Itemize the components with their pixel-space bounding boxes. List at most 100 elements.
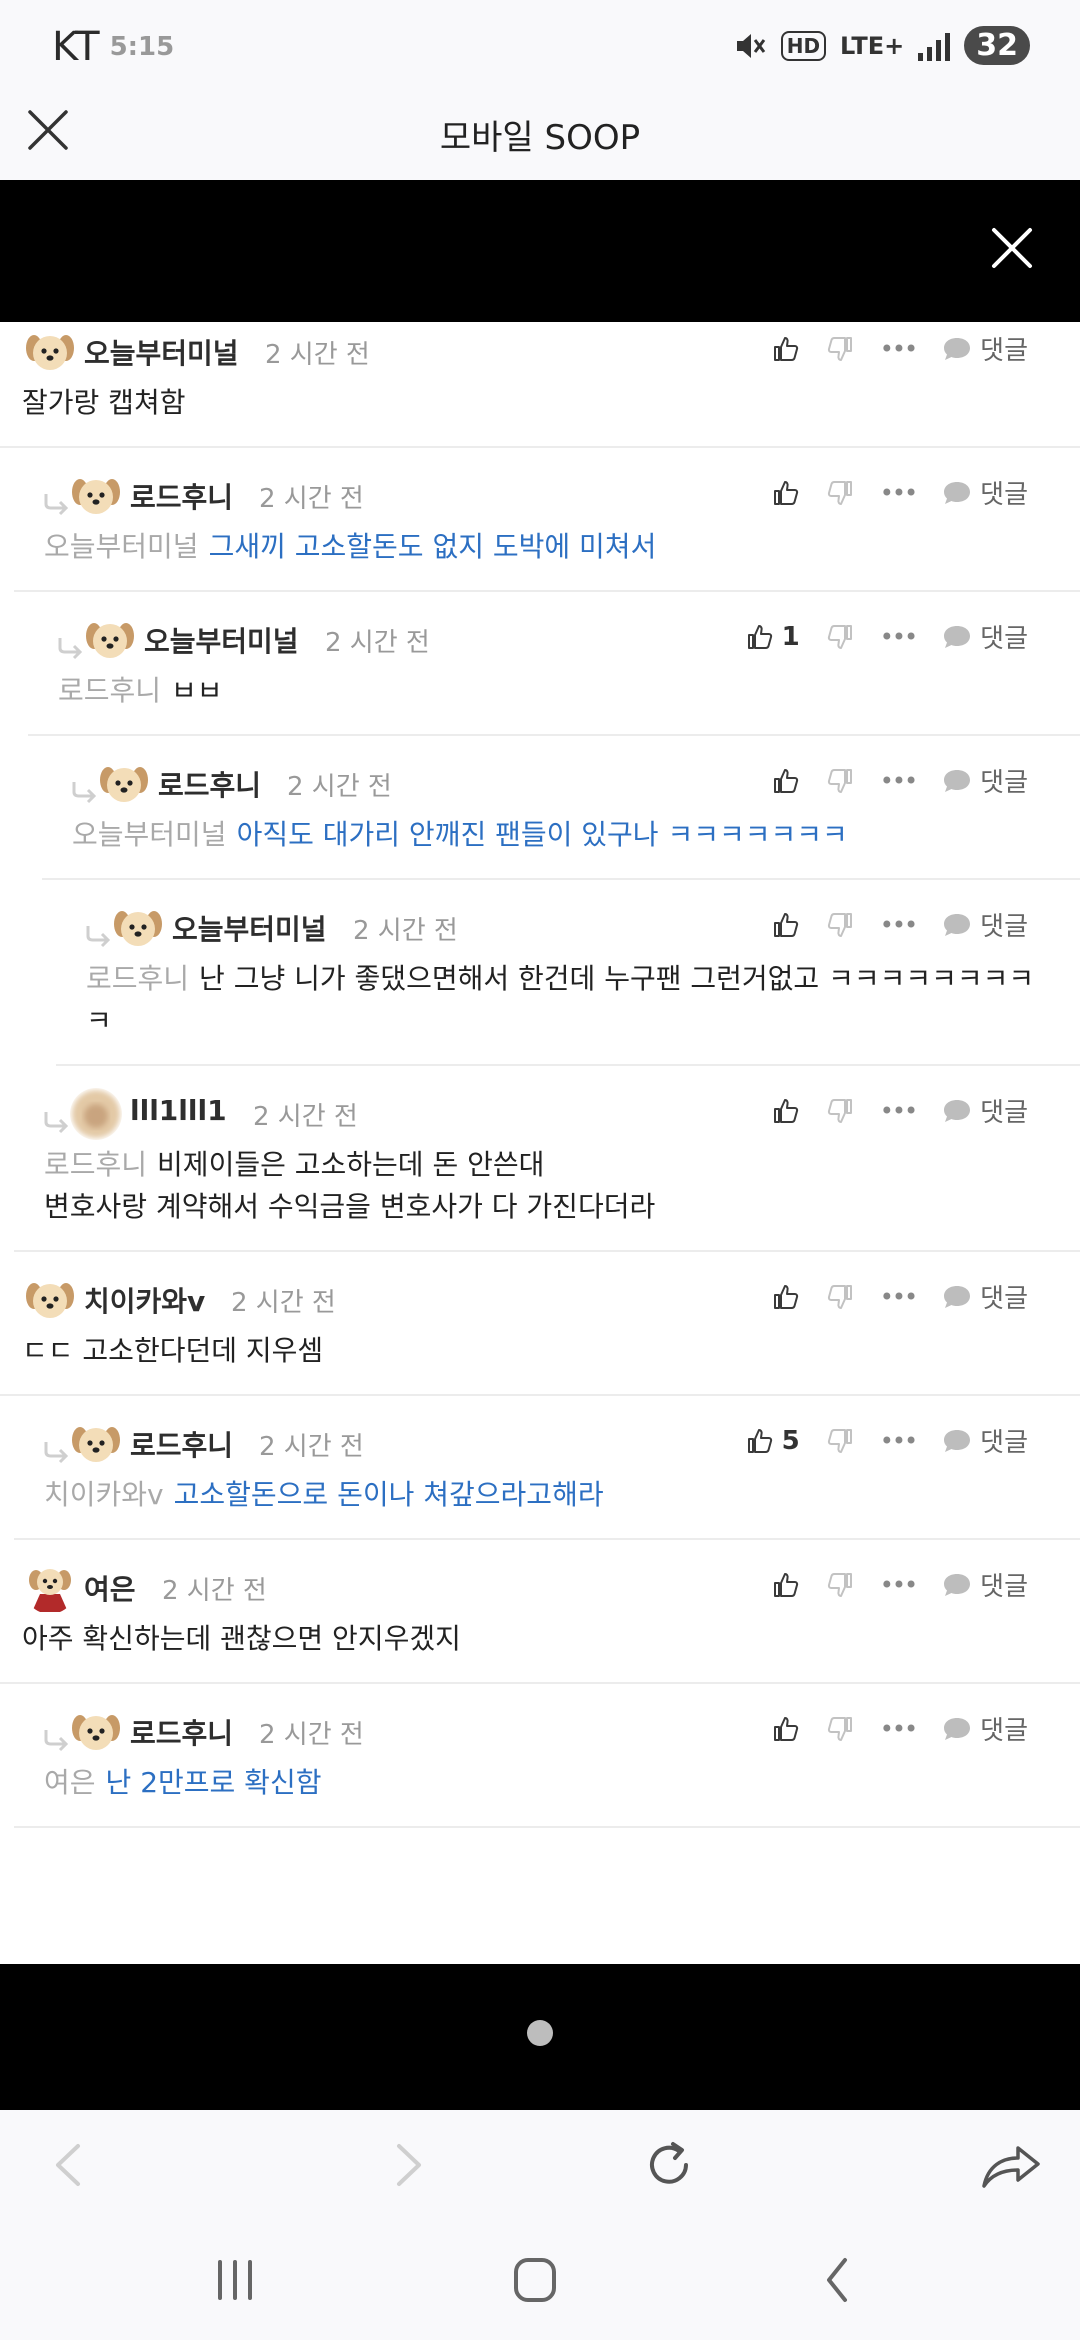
share-icon[interactable] bbox=[976, 2130, 1046, 2200]
status-icons: HD LTE+ 32 bbox=[733, 26, 1030, 65]
more-options-icon[interactable]: ••• bbox=[880, 1571, 918, 1599]
dislike-button[interactable] bbox=[826, 1715, 854, 1743]
like-count: 1 bbox=[781, 621, 800, 652]
dislike-button[interactable] bbox=[826, 1571, 854, 1599]
comment-header: 오늘부터미널 2 시간 전 ••• 댓글 bbox=[0, 326, 1054, 382]
reply-button[interactable]: 댓글 bbox=[942, 330, 1028, 367]
comment-nickname[interactable]: 치이카와v bbox=[84, 1280, 205, 1320]
like-button[interactable]: 1 bbox=[746, 622, 800, 652]
puppy-avatar[interactable] bbox=[24, 1274, 76, 1326]
dislike-button[interactable] bbox=[826, 767, 854, 795]
like-button[interactable] bbox=[772, 1097, 800, 1125]
more-options-icon[interactable]: ••• bbox=[880, 767, 918, 795]
browser-toolbar bbox=[0, 2110, 1080, 2220]
refresh-icon[interactable] bbox=[635, 2130, 705, 2200]
like-button[interactable] bbox=[772, 911, 800, 939]
comment-text: ㅂㅂ bbox=[171, 674, 223, 707]
reply-label: 댓글 bbox=[980, 1098, 1028, 1128]
puppy-avatar[interactable] bbox=[112, 902, 164, 954]
more-options-icon[interactable]: ••• bbox=[880, 623, 918, 651]
reply-button[interactable]: 댓글 bbox=[942, 618, 1028, 655]
reply-item: 로드후니 2 시간 전 5 ••• 댓글 치이카와v 고소할돈으로 돈이나 쳐갚으라고해라 bbox=[14, 1396, 1080, 1540]
thumbs-up-icon bbox=[772, 1097, 800, 1125]
more-options-icon[interactable]: ••• bbox=[880, 1427, 918, 1455]
comment-actions: ••• 댓글 bbox=[772, 906, 1028, 943]
dislike-button[interactable] bbox=[826, 911, 854, 939]
more-options-icon[interactable]: ••• bbox=[880, 1097, 918, 1125]
more-options-icon[interactable]: ••• bbox=[880, 1715, 918, 1743]
puppy-avatar[interactable] bbox=[24, 326, 76, 378]
system-back-icon[interactable] bbox=[803, 2250, 873, 2310]
like-button[interactable] bbox=[772, 479, 800, 507]
reply-label: 댓글 bbox=[980, 336, 1028, 366]
reply-arrow-icon bbox=[42, 492, 70, 516]
like-button[interactable] bbox=[772, 767, 800, 795]
mention-tag[interactable]: 로드후니 bbox=[58, 674, 161, 707]
like-button[interactable] bbox=[772, 1283, 800, 1311]
like-button[interactable] bbox=[772, 1571, 800, 1599]
blurred-avatar[interactable] bbox=[70, 1088, 122, 1140]
reply-button[interactable]: 댓글 bbox=[942, 474, 1028, 511]
reply-button[interactable]: 댓글 bbox=[942, 1092, 1028, 1129]
forward-arrow-icon[interactable] bbox=[373, 2130, 443, 2200]
comment-nickname[interactable]: 로드후니 bbox=[130, 1424, 233, 1464]
speech-bubble-icon bbox=[942, 1716, 972, 1742]
mention-tag[interactable]: 로드후니 bbox=[86, 962, 189, 995]
mention-tag[interactable]: 로드후니 bbox=[44, 1148, 147, 1181]
puppy-avatar[interactable] bbox=[98, 758, 150, 810]
more-options-icon[interactable]: ••• bbox=[880, 335, 918, 363]
recent-apps-icon[interactable] bbox=[200, 2250, 270, 2310]
comment-nickname[interactable]: 로드후니 bbox=[158, 764, 261, 804]
dislike-button[interactable] bbox=[826, 1097, 854, 1125]
dislike-button[interactable] bbox=[826, 335, 854, 363]
caped-puppy-avatar[interactable] bbox=[24, 1562, 76, 1614]
comment-nickname[interactable]: 오늘부터미널 bbox=[172, 908, 327, 948]
app-root: KT 5:15 HD LTE+ 32 모바일 SOOP 오늘부터미널 2 시간 전 •… bbox=[0, 0, 1080, 2340]
reply-button[interactable]: 댓글 bbox=[942, 1278, 1028, 1315]
puppy-avatar[interactable] bbox=[70, 470, 122, 522]
mention-tag[interactable]: 오늘부터미널 bbox=[44, 530, 199, 563]
thumbs-down-icon bbox=[826, 623, 854, 651]
comment-nickname[interactable]: 오늘부터미널 bbox=[144, 620, 299, 660]
like-button[interactable] bbox=[772, 335, 800, 363]
thumbs-up-icon bbox=[772, 335, 800, 363]
reply-button[interactable]: 댓글 bbox=[942, 1566, 1028, 1603]
dislike-button[interactable] bbox=[826, 1427, 854, 1455]
comment-text: 아직도 대가리 안깨진 팬들이 있구나 ㅋㅋㅋㅋㅋㅋㅋ bbox=[236, 818, 848, 851]
comment-nickname[interactable]: 로드후니 bbox=[130, 476, 233, 516]
carousel-dot[interactable] bbox=[527, 2020, 553, 2046]
reply-button[interactable]: 댓글 bbox=[942, 906, 1028, 943]
reply-button[interactable]: 댓글 bbox=[942, 1422, 1028, 1459]
more-options-icon[interactable]: ••• bbox=[880, 479, 918, 507]
dislike-button[interactable] bbox=[826, 479, 854, 507]
mention-tag[interactable]: 치이카와v bbox=[44, 1478, 164, 1511]
like-button[interactable]: 5 bbox=[746, 1426, 800, 1456]
puppy-avatar[interactable] bbox=[70, 1418, 122, 1470]
reply-button[interactable]: 댓글 bbox=[942, 1710, 1028, 1747]
home-icon[interactable] bbox=[500, 2250, 570, 2310]
dislike-button[interactable] bbox=[826, 1283, 854, 1311]
back-arrow-icon[interactable] bbox=[34, 2130, 104, 2200]
comment-time: 2 시간 전 bbox=[325, 628, 430, 658]
comment-nickname[interactable]: 로드후니 bbox=[130, 1712, 233, 1752]
comment-actions: ••• 댓글 bbox=[772, 1278, 1028, 1315]
comment-actions: ••• 댓글 bbox=[772, 1092, 1028, 1129]
comment-item: 여은 2 시간 전 ••• 댓글 아주 확신하는데 괜찮으면 안지우겠지 bbox=[0, 1540, 1080, 1684]
more-options-icon[interactable]: ••• bbox=[880, 911, 918, 939]
comment-text: 고소할돈으로 돈이나 쳐갚으라고해라 bbox=[173, 1478, 604, 1511]
mention-tag[interactable]: 여은 bbox=[44, 1766, 96, 1799]
comment-nickname[interactable]: 여은 bbox=[84, 1568, 136, 1608]
reply-button[interactable]: 댓글 bbox=[942, 762, 1028, 799]
puppy-avatar[interactable] bbox=[84, 614, 136, 666]
like-button[interactable] bbox=[772, 1715, 800, 1743]
ad-close-icon[interactable] bbox=[988, 224, 1036, 272]
more-options-icon[interactable]: ••• bbox=[880, 1283, 918, 1311]
thumbs-down-icon bbox=[826, 911, 854, 939]
comment-nickname[interactable]: lll1lll1 bbox=[130, 1094, 227, 1127]
comment-nickname[interactable]: 오늘부터미널 bbox=[84, 332, 239, 372]
mention-tag[interactable]: 오늘부터미널 bbox=[72, 818, 227, 851]
reply-item: 오늘부터미널 2 시간 전 ••• 댓글 로드후니 난 그냥 니가 좋댔으면해서 한건데 … bbox=[56, 880, 1080, 1066]
reply-label: 댓글 bbox=[980, 1716, 1028, 1746]
puppy-avatar[interactable] bbox=[70, 1706, 122, 1758]
dislike-button[interactable] bbox=[826, 623, 854, 651]
